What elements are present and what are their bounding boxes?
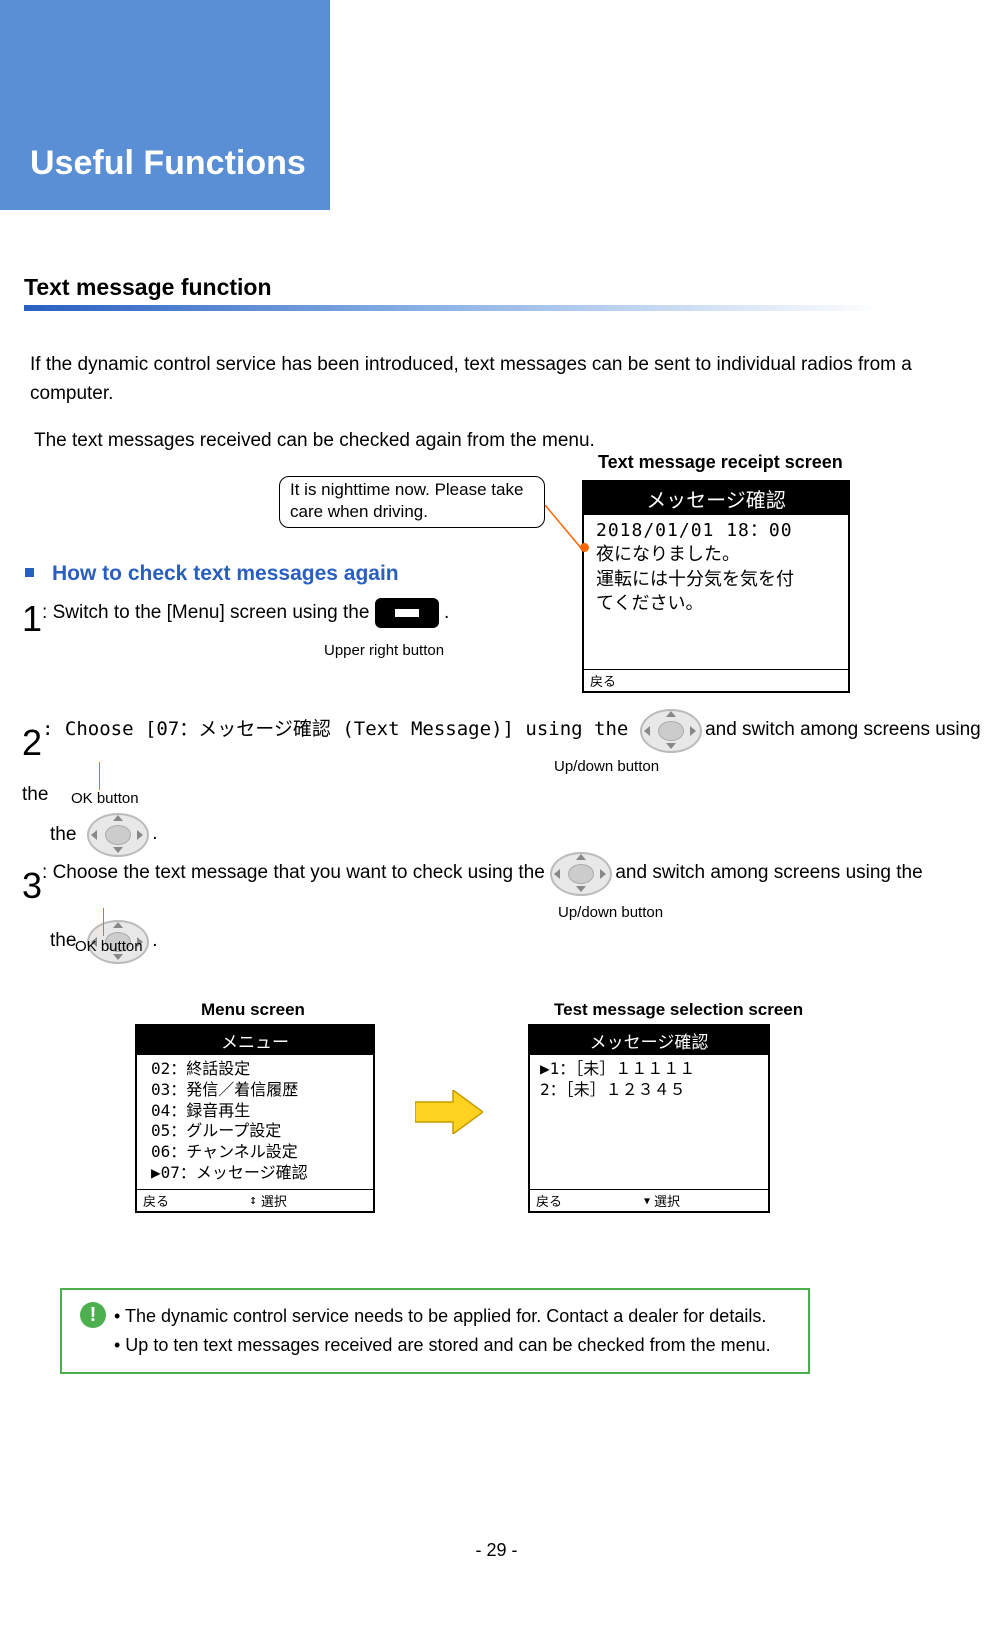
menu-footer: 戻る 選択	[137, 1189, 373, 1211]
menu-item: 04：録音再生	[151, 1101, 365, 1122]
receipt-footer: 戻る	[584, 669, 848, 691]
step2-pre: : Choose [07：メッセージ確認 (Text Message)] usi…	[42, 718, 640, 740]
selection-footer-center: 選択	[654, 1191, 680, 1210]
callout-line-ok	[99, 762, 100, 790]
receipt-body: 2018/01/01 18：00 夜になりました。 運転には十分気を気を付 てく…	[584, 515, 848, 669]
section-title: Text message function	[24, 274, 969, 301]
dpad-button-icon	[640, 709, 700, 751]
selection-item: 2：［未］１２３４５	[540, 1080, 760, 1101]
upper-right-button-icon	[375, 598, 439, 628]
chapter-title: Useful Functions	[30, 144, 306, 183]
menu-caption: Menu screen	[201, 1000, 305, 1020]
selection-footer: 戻る 選択	[530, 1189, 768, 1211]
info-icon: !	[80, 1302, 106, 1328]
menu-body: 02：終話設定 03：発信／着信履歴 04：録音再生 05：グループ設定 06：…	[137, 1055, 373, 1189]
step-number: 1	[22, 598, 42, 640]
section-underline	[24, 305, 884, 311]
section-heading: Text message function	[24, 274, 969, 311]
step1-text: : Switch to the [Menu] screen using the	[42, 602, 375, 623]
down-glyph-icon	[644, 1193, 650, 1208]
selection-body: ▶1：［未］１１１１１ 2：［未］１２３４５	[530, 1055, 768, 1189]
receipt-footer-left: 戻る	[590, 671, 616, 690]
menu-item: 03：発信／着信履歴	[151, 1080, 365, 1101]
selection-header: メッセージ確認	[530, 1026, 768, 1055]
updown-glyph-icon	[249, 1193, 257, 1208]
sub-heading-text: How to check text messages again	[52, 562, 399, 585]
step1-post: .	[444, 602, 449, 623]
step-number: 3	[22, 852, 42, 920]
info-bullet: • Up to ten text messages received are s…	[114, 1331, 771, 1360]
selection-caption: Test message selection screen	[554, 1000, 803, 1020]
step-2: 2: Choose [07：メッセージ確認 (Text Message)] us…	[22, 709, 992, 855]
menu-footer-center: 選択	[261, 1191, 287, 1210]
label-updown-button: Up/down button	[558, 904, 663, 921]
step3-post: .	[152, 930, 157, 951]
receipt-screen: メッセージ確認 2018/01/01 18：00 夜になりました。 運転には十分…	[582, 480, 850, 693]
label-updown-button: Up/down button	[554, 758, 659, 775]
arrow-right-icon	[415, 1090, 483, 1134]
selection-screen: メッセージ確認 ▶1：［未］１１１１１ 2：［未］１２３４５ 戻る 選択	[528, 1024, 770, 1213]
menu-item: 05：グループ設定	[151, 1121, 365, 1142]
callout-line-ok	[103, 908, 104, 936]
receipt-header: メッセージ確認	[584, 482, 848, 515]
menu-header: メニュー	[137, 1026, 373, 1055]
label-ok-button: OK button	[75, 938, 143, 955]
label-upper-right-button: Upper right button	[324, 642, 444, 659]
label-ok-button: OK button	[71, 790, 139, 807]
step-number: 2	[22, 709, 42, 777]
intro-paragraph-1: If the dynamic control service has been …	[30, 350, 993, 409]
page-number: - 29 -	[0, 1540, 993, 1561]
menu-item: 02：終話設定	[151, 1059, 365, 1080]
selection-footer-left: 戻る	[536, 1191, 562, 1210]
receipt-caption: Text message receipt screen	[598, 452, 843, 473]
info-text: • The dynamic control service needs to b…	[114, 1302, 771, 1360]
info-bullet: • The dynamic control service needs to b…	[114, 1302, 771, 1331]
step3-pre: : Choose the text message that you want …	[42, 862, 550, 883]
menu-screen: メニュー 02：終話設定 03：発信／着信履歴 04：録音再生 05：グループ設…	[135, 1024, 375, 1213]
menu-item: 06：チャンネル設定	[151, 1142, 365, 1163]
callout-dot	[580, 543, 589, 552]
receipt-date: 2018/01/01 18：00	[596, 519, 840, 543]
dpad-button-icon	[550, 852, 610, 894]
receipt-line: 運転には十分気を気を付	[596, 568, 840, 592]
speech-bubble: It is nighttime now. Please take care wh…	[279, 476, 545, 528]
step2-post: .	[152, 824, 157, 845]
bullet-icon	[25, 568, 34, 577]
ok-button-icon	[87, 813, 147, 855]
info-box: ! • The dynamic control service needs to…	[60, 1288, 810, 1374]
sub-heading: How to check text messages again	[25, 562, 399, 586]
intro-paragraph-2: The text messages received can be checke…	[34, 430, 954, 452]
step-3: 3: Choose the text message that you want…	[22, 852, 992, 962]
selection-item: ▶1：［未］１１１１１	[540, 1059, 760, 1080]
menu-footer-left: 戻る	[143, 1191, 169, 1210]
receipt-line: 夜になりました。	[596, 543, 840, 567]
menu-item: ▶07：メッセージ確認	[151, 1163, 365, 1184]
step3-mid: and switch among screens using the	[615, 862, 922, 883]
step-1: 1: Switch to the [Menu] screen using the…	[22, 598, 992, 640]
